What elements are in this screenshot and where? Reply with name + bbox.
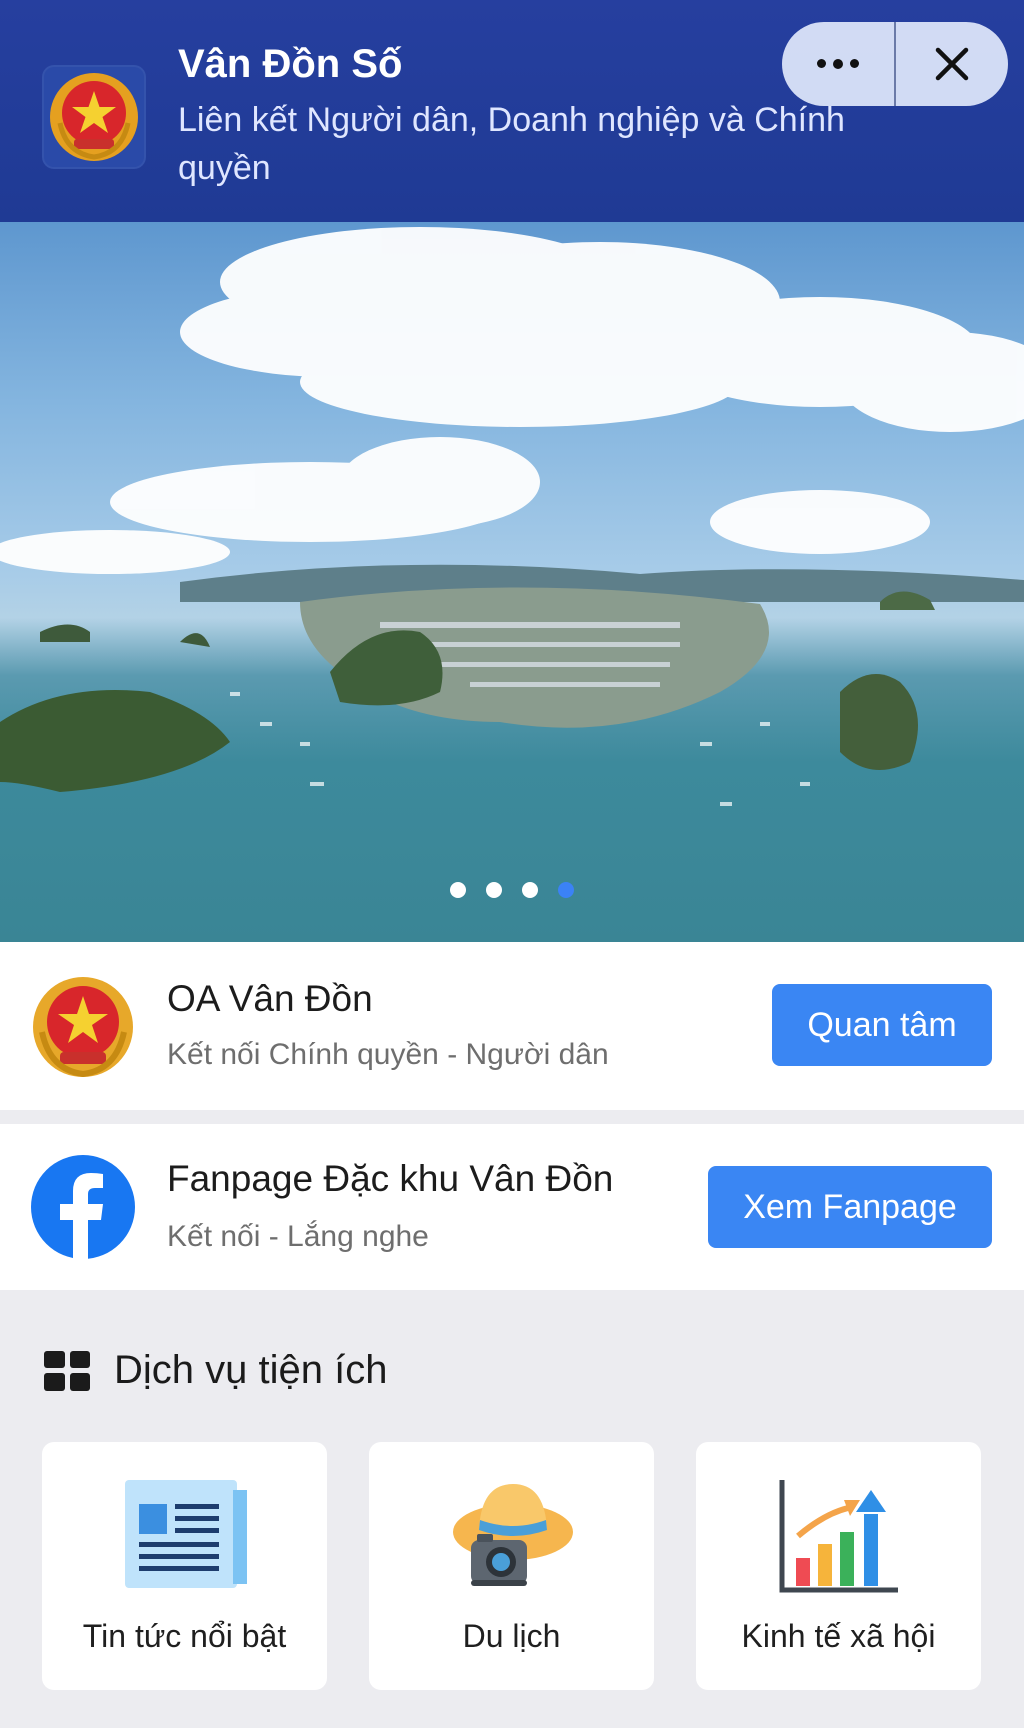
services-title: Dịch vụ tiện ích xyxy=(114,1348,388,1392)
banner-carousel[interactable] xyxy=(0,222,1024,942)
more-dots-icon xyxy=(817,59,859,69)
fanpage-title: Fanpage Đặc khu Vân Đồn xyxy=(167,1158,614,1199)
app-title: Vân Đồn Số xyxy=(178,42,403,86)
more-button[interactable] xyxy=(782,22,894,106)
vietnam-emblem-icon xyxy=(42,65,146,169)
mini-app-capsule xyxy=(782,22,1008,106)
services-header: Dịch vụ tiện ích xyxy=(44,1348,387,1393)
fanpage-card: Fanpage Đặc khu Vân Đồn Kết nối - Lắng n… xyxy=(0,1124,1024,1290)
pager-dot[interactable] xyxy=(486,882,502,898)
close-icon xyxy=(935,47,969,81)
newspaper-icon xyxy=(124,1480,247,1588)
oa-card: OA Vân Đồn Kết nối Chính quyền - Người d… xyxy=(0,942,1024,1110)
fanpage-subtitle: Kết nối - Lắng nghe xyxy=(167,1220,429,1253)
oa-title: OA Vân Đồn xyxy=(167,978,373,1019)
carousel-pagination xyxy=(0,882,1024,898)
service-label: Du lịch xyxy=(462,1618,561,1654)
service-label: Tin tức nổi bật xyxy=(82,1618,287,1654)
pager-dot[interactable] xyxy=(522,882,538,898)
banner-image xyxy=(0,227,1024,806)
app-subtitle: Liên kết Người dân, Doanh nghiệp và Chín… xyxy=(178,101,845,187)
pager-dot-active[interactable] xyxy=(558,882,574,898)
view-fanpage-button[interactable]: Xem Fanpage xyxy=(708,1166,992,1248)
growth-chart-icon xyxy=(779,1480,898,1593)
travel-hat-camera-icon xyxy=(452,1484,573,1586)
service-tile-travel[interactable]: Du lịch xyxy=(369,1442,654,1690)
vietnam-emblem-icon xyxy=(30,974,136,1080)
oa-subtitle: Kết nối Chính quyền - Người dân xyxy=(167,1038,609,1071)
close-button[interactable] xyxy=(896,22,1008,106)
grid-icon xyxy=(44,1350,90,1391)
pager-dot[interactable] xyxy=(450,882,466,898)
service-tile-economy[interactable]: Kinh tế xã hội xyxy=(696,1442,981,1690)
service-tile-news[interactable]: Tin tức nổi bật xyxy=(42,1442,327,1690)
follow-button[interactable]: Quan tâm xyxy=(772,984,992,1066)
facebook-icon xyxy=(30,1154,136,1260)
mini-app-header: Vân Đồn Số Liên kết Người dân, Doanh ngh… xyxy=(0,0,1024,222)
service-label: Kinh tế xã hội xyxy=(741,1618,936,1654)
